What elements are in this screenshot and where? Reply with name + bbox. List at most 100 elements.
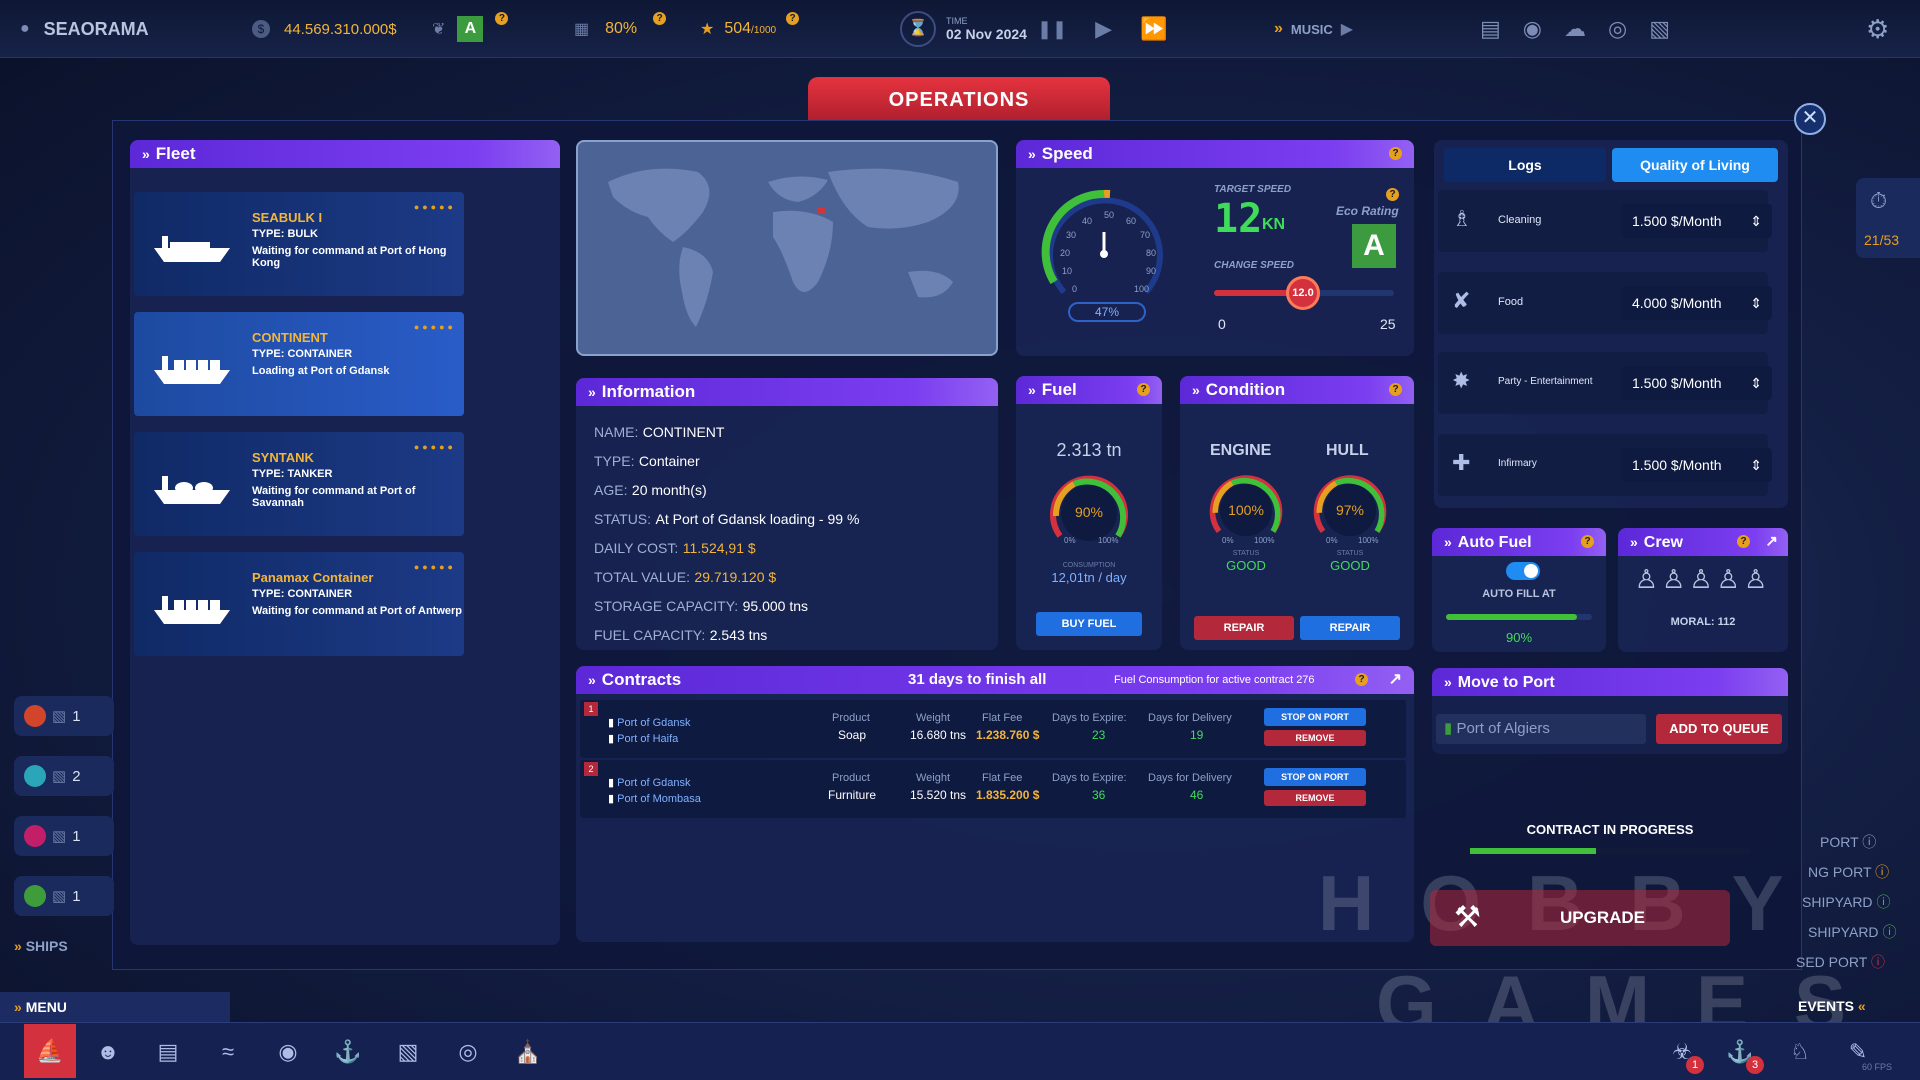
help-icon[interactable]: ? <box>1137 383 1150 396</box>
stepper-icon[interactable]: ⇕ <box>1750 448 1762 482</box>
side-port-5[interactable]: SED PORT ⓘ <box>1796 952 1885 972</box>
stepper-icon[interactable]: ⇕ <box>1750 204 1762 238</box>
remove-button[interactable]: REMOVE <box>1264 790 1366 806</box>
company-building-icon[interactable]: ▧ <box>386 1030 430 1074</box>
autofuel-toggle[interactable] <box>1506 562 1540 580</box>
stop-on-port-button[interactable]: STOP ON PORT <box>1264 708 1366 726</box>
ship-small-icon: ▧ <box>52 888 67 905</box>
help-icon[interactable]: ? <box>1389 383 1402 396</box>
play-icon[interactable]: ▶ <box>1095 16 1112 42</box>
bank-icon[interactable]: ⛪ <box>506 1030 550 1074</box>
repair-engine-button[interactable]: REPAIR <box>1194 616 1294 640</box>
ship-operations-icon[interactable]: ⛵ <box>24 1024 76 1078</box>
fleet-ship-3[interactable]: ●●●●● SYNTANK TYPE: TANKER Waiting for c… <box>134 432 464 536</box>
world-map[interactable] <box>576 140 998 356</box>
autofill-slider[interactable] <box>1446 614 1592 620</box>
fleet-ship-2[interactable]: ●●●●● CONTINENT TYPE: CONTAINER Loading … <box>134 312 464 416</box>
flag-icon: ▮ <box>608 717 615 729</box>
close-icon[interactable]: ✕ <box>1794 103 1826 135</box>
days-for-delivery: 19 <box>1190 728 1204 742</box>
port-select[interactable]: ▮ Port of Algiers <box>1436 714 1646 744</box>
help-icon[interactable]: ? <box>786 11 800 25</box>
buy-fuel-button[interactable]: BUY FUEL <box>1036 612 1142 636</box>
shipyard-icon[interactable]: ⚓ <box>326 1030 370 1074</box>
container-ship-icon <box>154 356 230 384</box>
ships-toggle[interactable]: » SHIPS <box>14 938 68 954</box>
tab-quality-of-living[interactable]: Quality of Living <box>1612 148 1778 182</box>
date-value: 02 Nov 2024 <box>946 26 1027 42</box>
stepper-icon[interactable]: ⇕ <box>1750 286 1762 320</box>
crew-icon[interactable]: ☻ <box>86 1030 130 1074</box>
eco-rating-badge: A <box>1352 224 1396 268</box>
side-port-1[interactable]: PORT ⓘ <box>1820 832 1876 852</box>
info-list: NAME: CONTINENT TYPE: Container AGE: 20 … <box>594 418 859 650</box>
speed-slider-handle[interactable]: 12.0 <box>1286 276 1320 310</box>
contracts-header: » Contracts 31 days to finish all Fuel Co… <box>576 666 1414 694</box>
map-icon[interactable]: ▤ <box>1480 16 1501 42</box>
stats-chart-icon[interactable]: ≈ <box>206 1030 250 1074</box>
quality-stepper[interactable]: 1.500 $/Month ⇕ <box>1622 448 1772 482</box>
stepper-icon[interactable]: ⇕ <box>1750 366 1762 400</box>
quality-stepper[interactable]: 1.500 $/Month ⇕ <box>1622 204 1772 238</box>
help-icon[interactable]: ? <box>495 11 509 25</box>
globe-settings-icon[interactable]: ◎ <box>446 1030 490 1074</box>
side-counter[interactable]: ⏱ 21/53 <box>1856 178 1920 258</box>
ship-group-1[interactable]: ▧ 1 <box>14 696 114 736</box>
music-block[interactable]: » MUSIC ▶ <box>1274 0 1353 58</box>
fleet-ship-1[interactable]: ●●●●● SEABULK I TYPE: BULK Waiting for c… <box>134 192 464 296</box>
tab-logs[interactable]: Logs <box>1444 148 1606 182</box>
external-link-icon[interactable]: ↗ <box>1389 666 1402 694</box>
pause-icon[interactable]: ❚❚ <box>1037 19 1067 40</box>
repair-hull-button[interactable]: REPAIR <box>1300 616 1400 640</box>
upgrade-button[interactable]: ⚒ UPGRADE <box>1430 890 1730 946</box>
office-icon[interactable]: ▧ <box>1649 16 1670 42</box>
help-icon[interactable]: ? <box>1581 535 1594 548</box>
help-icon[interactable]: ? <box>1389 147 1402 160</box>
fleet-ship-4[interactable]: ●●●●● Panamax Container TYPE: CONTAINER … <box>134 552 464 656</box>
events-button[interactable]: EVENTS « <box>1798 998 1866 1014</box>
add-to-queue-button[interactable]: ADD TO QUEUE <box>1656 714 1782 744</box>
people-icon[interactable]: ♘ <box>1778 1030 1822 1074</box>
stop-on-port-button[interactable]: STOP ON PORT <box>1264 768 1366 786</box>
remove-button[interactable]: REMOVE <box>1264 730 1366 746</box>
side-port-3[interactable]: SHIPYARD ⓘ <box>1802 892 1890 912</box>
help-icon[interactable]: ? <box>653 11 667 25</box>
group-color-dot <box>24 705 46 727</box>
fast-forward-icon[interactable]: ⏩ <box>1140 16 1167 42</box>
target-speed-value: 12 <box>1214 196 1263 242</box>
ship-group-2[interactable]: ▧ 2 <box>14 756 114 796</box>
contracts-panel: » Contracts 31 days to finish all Fuel Co… <box>576 666 1414 942</box>
quality-stepper[interactable]: 1.500 $/Month ⇕ <box>1622 366 1772 400</box>
ship-type: TYPE: BULK <box>252 228 318 240</box>
quality-panel: Logs Quality of Living ♗ Cleaning 1.500 … <box>1434 140 1788 508</box>
external-link-icon[interactable]: ↗ <box>1765 528 1778 556</box>
autofuel-panel: » Auto Fuel? AUTO FILL AT 90% <box>1432 528 1606 652</box>
flag-icon: ▮ <box>608 733 615 745</box>
fuel-amount: 2.313 tn <box>1056 440 1122 460</box>
hull-gauge-max: 100% <box>1358 536 1379 545</box>
top-right-icons: ▤ ◉ ☁ ◎ ▧ <box>1480 0 1670 58</box>
help-icon[interactable]: ? <box>1386 188 1399 201</box>
help-icon[interactable]: ? <box>1737 535 1750 548</box>
menu-button[interactable]: » MENU <box>0 992 230 1022</box>
side-port-2[interactable]: NG PORT ⓘ <box>1808 862 1889 882</box>
globe-icon[interactable]: ◉ <box>1523 16 1542 42</box>
info-icon: ⓘ <box>1862 834 1877 850</box>
product: Soap <box>838 728 867 742</box>
ship-group-3[interactable]: ▧ 1 <box>14 816 114 856</box>
quality-stepper[interactable]: 4.000 $/Month ⇕ <box>1622 286 1772 320</box>
gear-icon[interactable]: ⚙ <box>1866 0 1889 58</box>
table-row[interactable]: 2 ▮ Port of Gdansk ▮ Port of Mombasa Pro… <box>580 760 1406 818</box>
ship-group-4[interactable]: ▧ 1 <box>14 876 114 916</box>
documents-icon[interactable]: ▤ <box>146 1030 190 1074</box>
weather-icon[interactable]: ☁ <box>1564 16 1586 42</box>
world-settings-icon[interactable]: ◎ <box>1608 16 1627 42</box>
world-icon[interactable]: ◉ <box>266 1030 310 1074</box>
crew-title: Crew <box>1643 534 1683 551</box>
hull-gauge-min: 0% <box>1326 536 1338 545</box>
side-port-4[interactable]: SHIPYARD ⓘ <box>1808 922 1896 942</box>
play-music-icon[interactable]: ▶ <box>1341 19 1353 39</box>
help-icon[interactable]: ? <box>1355 673 1368 686</box>
ship-status: Waiting for command at Port of Savannah <box>252 485 416 509</box>
table-row[interactable]: 1 ▮ Port of Gdansk ▮ Port of Haifa Produ… <box>580 700 1406 758</box>
